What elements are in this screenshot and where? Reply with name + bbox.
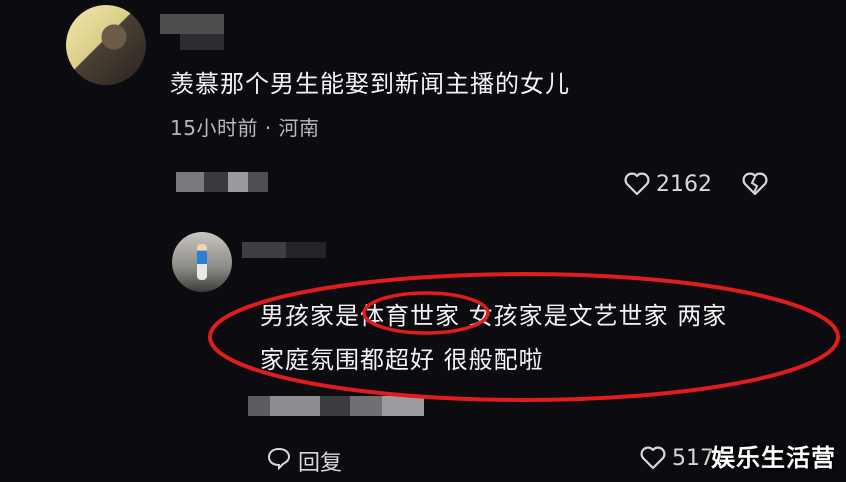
annotation-ellipse-large xyxy=(208,272,840,402)
annotation-overlay xyxy=(208,272,840,402)
annotation-ellipse-small xyxy=(362,291,490,335)
watermark: 娱乐生活营 xyxy=(711,444,836,472)
